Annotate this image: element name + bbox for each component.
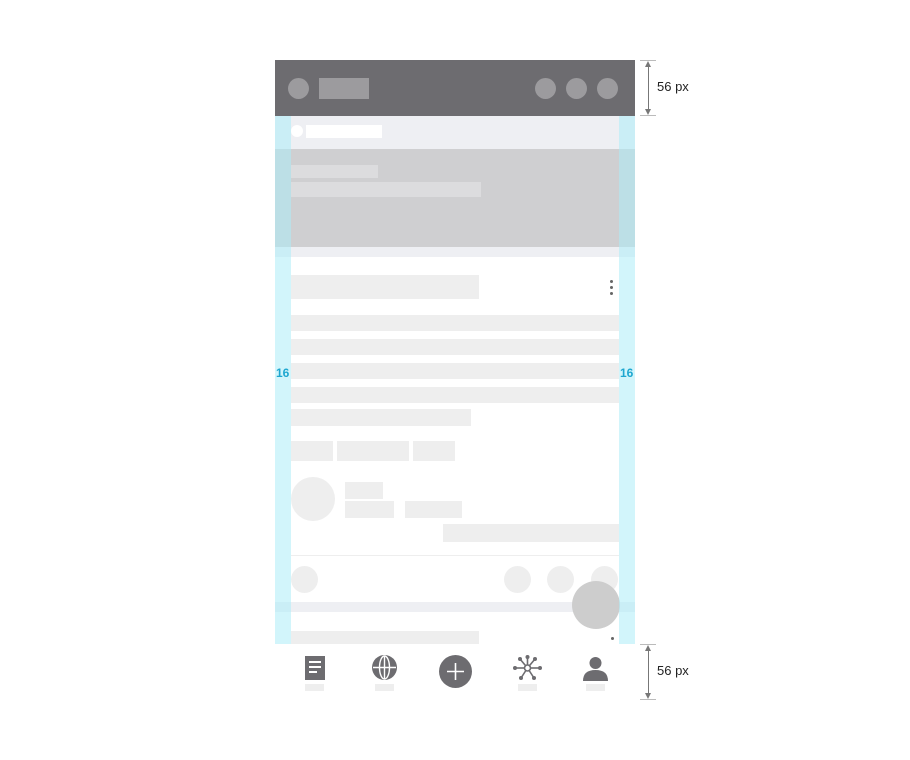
right-margin-label: 16 — [620, 366, 634, 380]
share-icon[interactable] — [547, 566, 574, 593]
bottom-navigation — [275, 644, 635, 700]
section-header-label — [306, 125, 382, 138]
overflow-menu-icon[interactable] — [610, 280, 614, 298]
dimension-arrow-up — [645, 61, 651, 67]
banner-title — [291, 165, 378, 178]
author-meta — [345, 501, 394, 518]
left-margin-guide — [275, 116, 291, 644]
section-divider — [275, 247, 635, 257]
action-icon-3[interactable] — [597, 78, 618, 99]
banner-card[interactable] — [275, 149, 635, 247]
banner-subtitle — [291, 182, 481, 197]
nav-item-documents[interactable] — [305, 656, 325, 692]
author-avatar[interactable] — [291, 477, 335, 521]
dimension-tick — [640, 699, 656, 700]
dimension-line — [648, 64, 649, 111]
section-header-icon — [291, 125, 303, 137]
right-margin-guide — [619, 116, 635, 644]
tag-chip[interactable] — [337, 441, 409, 461]
profile-icon — [583, 657, 608, 681]
post-body-line — [291, 409, 471, 426]
nav-item-profile[interactable] — [583, 656, 608, 692]
nav-menu-icon[interactable] — [288, 78, 309, 99]
comment-icon[interactable] — [504, 566, 531, 593]
left-margin-label: 16 — [276, 366, 290, 380]
globe-icon — [372, 655, 397, 680]
action-icon-2[interactable] — [566, 78, 587, 99]
bottomnav-height-label: 56 px — [657, 663, 689, 678]
nav-item-create[interactable] — [439, 655, 472, 688]
app-title-placeholder — [319, 78, 369, 99]
phone-screen — [275, 60, 635, 700]
post-title — [291, 275, 479, 299]
nav-label-placeholder — [305, 684, 324, 691]
dimension-tick — [640, 115, 656, 116]
tag-chip[interactable] — [413, 441, 455, 461]
dimension-arrow-down — [645, 693, 651, 699]
nav-label-placeholder — [518, 684, 537, 691]
dimension-arrow-up — [645, 645, 651, 651]
post-body-line — [291, 315, 619, 331]
network-icon — [513, 655, 542, 680]
app-bar — [275, 60, 635, 116]
author-name — [345, 482, 383, 499]
next-post-title — [291, 631, 479, 644]
overflow-menu-icon[interactable] — [611, 637, 614, 640]
document-icon — [305, 656, 325, 680]
post-body-line — [291, 339, 619, 355]
like-icon[interactable] — [291, 566, 318, 593]
author-meta — [405, 501, 462, 518]
post-timestamp — [443, 524, 619, 542]
nav-label-placeholder — [586, 684, 605, 691]
nav-label-placeholder — [375, 684, 394, 691]
dimension-arrow-down — [645, 109, 651, 115]
card-divider — [291, 555, 619, 556]
tag-chip[interactable] — [291, 441, 333, 461]
post-body-line — [291, 363, 619, 379]
dimension-line — [648, 648, 649, 695]
action-icon-1[interactable] — [535, 78, 556, 99]
nav-item-connections[interactable] — [513, 655, 542, 692]
nav-item-explore[interactable] — [372, 655, 397, 692]
post-body-line — [291, 387, 619, 403]
floating-action-button[interactable] — [572, 581, 620, 629]
feed-content — [275, 116, 635, 644]
appbar-height-label: 56 px — [657, 79, 689, 94]
add-icon — [447, 663, 464, 680]
